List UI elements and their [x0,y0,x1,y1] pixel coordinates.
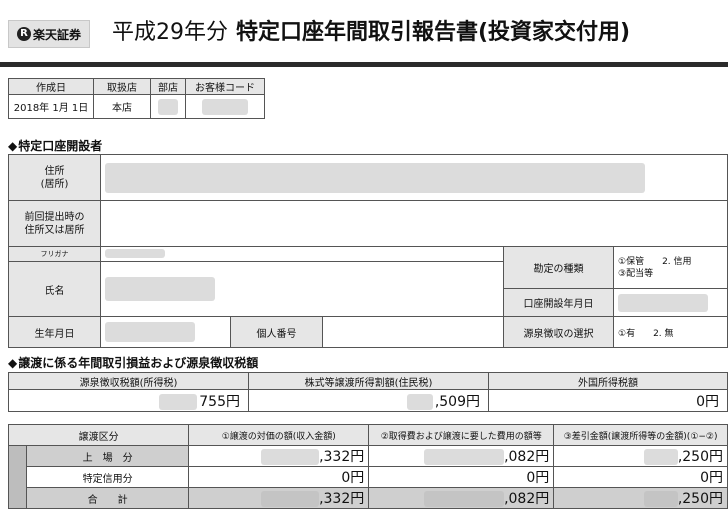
rakuten-logo: R 楽天証券 [8,20,90,48]
mynumber-value [323,317,503,347]
branch-name: 本店 [93,94,151,119]
trades-header-category: 譲渡区分 [7,424,190,446]
row-label: 合 計 [25,487,190,509]
prev-address-value [100,200,728,247]
tax-header-foreign: 外国所得税額 [488,372,728,390]
table-row: 合 計 ,332円 ,082円 ,250円 [8,487,728,509]
info-header-date: 作成日 [8,78,94,95]
total-proceeds: ,332円 [188,487,370,509]
tax-foreign-value: 0円 [488,389,728,412]
diamond-icon: ◆ [8,139,18,153]
redacted-block [424,491,505,507]
address-value [100,154,728,201]
redacted-block [261,449,320,465]
margin-net: 0円 [553,466,728,488]
furigana-value [100,246,504,262]
diamond-icon: ◆ [8,356,18,370]
withholding-label: 源泉徴収の選択 [503,316,614,348]
redacted-block [105,322,195,342]
table-row: 上 場 分 ,332円 ,082円 ,250円 [8,445,728,509]
redacted-block [261,491,320,507]
customer-code-value [185,94,265,119]
redacted-block [424,449,505,465]
info-table: 作成日 取扱店 部店 お客様コード 2018年 1月 1日 本店 [8,78,265,119]
redacted-block [643,449,678,465]
trades-table: 譲渡区分 ①譲渡の対価の額(収入金額) ②取得費および譲渡に要した費用の額等 ③… [7,424,728,509]
listed-proceeds: ,332円 [188,445,370,467]
redacted-block [618,293,708,312]
info-header-branch: 取扱店 [93,78,151,95]
row-gutter [8,445,27,509]
tax-header-income: 源泉徴収税額(所得税) [8,372,249,390]
redacted-block [105,277,215,301]
dept-value [150,94,186,119]
listed-costs: ,082円 [368,445,555,467]
redacted-block [643,491,678,507]
tax-table: 源泉徴収税額(所得税) 株式等譲渡所得割額(住民税) 外国所得税額 755円 ,… [8,372,728,412]
open-date-label: 口座開設年月日 [503,288,614,317]
prev-address-label: 前回提出時の 住所又は居所 [8,200,101,247]
redacted-block [202,98,248,115]
info-header-dept: 部店 [150,78,186,95]
redacted-block [158,98,178,115]
logo-text: 楽天証券 [32,27,81,42]
trades-header-costs: ②取得費および譲渡に要した費用の額等 [368,424,555,446]
redacted-block [105,249,165,258]
total-costs: ,082円 [368,487,555,509]
title-year: 平成29年分 [112,20,228,45]
birth-value [100,316,231,348]
section-account-holder: ◆特定口座開設者 [8,139,103,153]
name-label: 氏名 [8,261,101,317]
row-label: 上 場 分 [25,445,190,467]
table-row: 特定信用分 0円 0円 0円 [9,466,728,488]
tax-resident-value: ,509円 [248,389,489,412]
header-divider [0,62,728,67]
r-logo-icon: R [16,27,31,41]
section-transfer: ◆譲渡に係る年間取引損益および源泉徴収税額 [8,356,259,370]
report-header: R 楽天証券 平成29年分 特定口座年間取引報告書(投資家交付用) [0,0,728,62]
account-type-value: ①保管 2. 信用 ③配当等 [613,246,728,289]
trades-header-net: ③差引金額(譲渡所得等の金額)(①−②) [553,424,728,446]
mynumber-cell: 個人番号 [230,316,504,348]
account-type-options-1: ①保管 2. 信用 [618,256,692,267]
margin-costs: 0円 [368,466,555,488]
furigana-label: フリガナ [8,246,101,262]
birth-label: 生年月日 [8,316,101,348]
name-value [100,261,504,317]
account-type-options-2: ③配当等 [618,268,654,279]
created-date: 2018年 1月 1日 [8,94,94,119]
title-main: 特定口座年間取引報告書(投資家交付用) [236,20,631,45]
info-header-customer-code: お客様コード [185,78,265,95]
listed-net: ,250円 [553,445,728,467]
redacted-block [406,393,433,410]
page-title: 平成29年分 特定口座年間取引報告書(投資家交付用) [112,14,630,46]
row-label: 特定信用分 [25,466,190,488]
redacted-block [159,393,198,410]
trades-header-proceeds: ①譲渡の対価の額(収入金額) [188,424,370,446]
margin-proceeds: 0円 [188,466,370,488]
open-date-value [613,288,728,317]
redacted-block [105,162,645,193]
total-net: ,250円 [553,487,728,509]
address-label: 住所 (居所) [8,154,101,201]
tax-income-value: 755円 [8,389,249,412]
mynumber-label: 個人番号 [231,317,323,347]
account-holder-table: 住所 (居所) 前回提出時の 住所又は居所 フリガナ 勘定の種類 ①保管 2. … [8,154,728,348]
account-type-label: 勘定の種類 [503,246,614,289]
withholding-value: ①有 2. 無 [613,316,728,348]
tax-header-resident: 株式等譲渡所得割額(住民税) [248,372,489,390]
